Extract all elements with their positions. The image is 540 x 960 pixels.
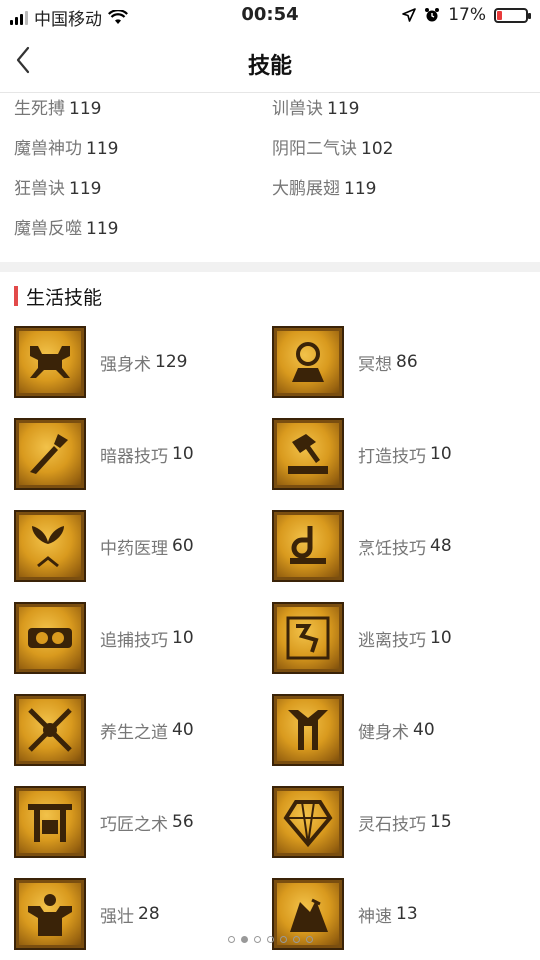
skill-level: 13 xyxy=(396,904,418,924)
status-right: 17% xyxy=(402,5,531,25)
life-skills-header: 生活技能 xyxy=(14,285,103,309)
skill-name: 中药医理 xyxy=(100,538,168,559)
skill-name: 魔兽神功 xyxy=(14,139,82,159)
skill-level: 56 xyxy=(172,812,194,832)
skill-level: 102 xyxy=(361,139,394,159)
cooking-icon xyxy=(272,510,344,582)
health-icon xyxy=(14,694,86,766)
life-skill-item[interactable]: 冥想 86 xyxy=(272,326,418,398)
skill-name: 大鹏展翅 xyxy=(272,179,340,199)
skill-name: 冥想 xyxy=(358,354,392,375)
skill-name: 养生之道 xyxy=(100,722,168,743)
skill-name: 巧匠之术 xyxy=(100,814,168,835)
skill-name: 逃离技巧 xyxy=(358,630,426,651)
page-dot[interactable] xyxy=(279,936,287,943)
skill-name: 强壮 xyxy=(100,906,134,927)
meditation-icon xyxy=(272,326,344,398)
life-skill-item[interactable]: 健身术 40 xyxy=(272,694,435,766)
skill-level: 86 xyxy=(396,352,418,372)
section-divider xyxy=(0,262,540,272)
skill-name: 阴阳二气诀 xyxy=(272,139,357,159)
skill-level: 15 xyxy=(430,812,452,832)
section-title: 生活技能 xyxy=(26,286,103,309)
combat-skill-item: 生死搏 119 xyxy=(14,94,101,119)
skill-level: 40 xyxy=(172,720,194,740)
page-dot[interactable] xyxy=(305,936,313,943)
life-skill-item[interactable]: 烹饪技巧 48 xyxy=(272,510,452,582)
life-skill-item[interactable]: 强身术 129 xyxy=(14,326,187,398)
skill-level: 10 xyxy=(430,444,452,464)
status-bar: 中国移动 00:54 17% xyxy=(0,0,540,30)
combat-skill-item: 魔兽神功 119 xyxy=(14,134,118,159)
page-dot[interactable] xyxy=(227,936,235,943)
skill-level: 129 xyxy=(155,352,188,372)
life-skill-item[interactable]: 追捕技巧 10 xyxy=(14,602,194,674)
combat-skill-item: 阴阳二气诀 102 xyxy=(272,134,393,159)
skill-name: 追捕技巧 xyxy=(100,630,168,651)
combat-skill-item: 训兽诀 119 xyxy=(272,94,359,119)
escape-icon xyxy=(272,602,344,674)
skill-level: 10 xyxy=(430,628,452,648)
fitness-icon xyxy=(272,694,344,766)
page-title: 技能 xyxy=(247,54,292,79)
location-arrow-icon xyxy=(402,8,417,22)
dart-icon xyxy=(14,418,86,490)
life-skill-item[interactable]: 打造技巧 10 xyxy=(272,418,452,490)
craftsman-icon xyxy=(14,786,86,858)
life-skill-item[interactable]: 逃离技巧 10 xyxy=(272,602,452,674)
page-dot[interactable] xyxy=(253,936,261,943)
skill-level: 10 xyxy=(172,628,194,648)
combat-skill-item: 狂兽诀 119 xyxy=(14,174,101,199)
skill-name: 魔兽反噬 xyxy=(14,219,82,239)
skill-name: 强身术 xyxy=(100,354,151,375)
life-skill-item[interactable]: 中药医理 60 xyxy=(14,510,194,582)
combat-skill-item: 大鹏展翅 119 xyxy=(272,174,376,199)
battery-percent: 17% xyxy=(448,5,486,25)
page-dot[interactable] xyxy=(292,936,300,943)
skill-name: 生死搏 xyxy=(14,99,65,119)
spirit-stone-icon xyxy=(272,786,344,858)
combat-skill-list: 生死搏 119 训兽诀 119 魔兽神功 119 阴阳二气诀 102 狂兽诀 119 大鹏… xyxy=(0,92,540,262)
life-skill-item[interactable]: 巧匠之术 56 xyxy=(14,786,194,858)
page-dot-active[interactable] xyxy=(240,936,248,943)
pursuit-icon xyxy=(14,602,86,674)
skill-name: 灵石技巧 xyxy=(358,814,426,835)
hammer-icon xyxy=(272,418,344,490)
skill-level: 48 xyxy=(430,536,452,556)
nav-bar: 技能 xyxy=(0,30,540,93)
skill-level: 119 xyxy=(86,219,119,239)
skill-level: 60 xyxy=(172,536,194,556)
skill-level: 119 xyxy=(344,179,377,199)
skill-level: 119 xyxy=(69,99,102,119)
section-accent-bar xyxy=(14,286,18,306)
skill-level: 119 xyxy=(69,179,102,199)
skill-name: 神速 xyxy=(358,906,392,927)
skill-level: 28 xyxy=(138,904,160,924)
skill-name: 打造技巧 xyxy=(358,446,426,467)
skill-name: 健身术 xyxy=(358,722,409,743)
herb-icon xyxy=(14,510,86,582)
skill-name: 狂兽诀 xyxy=(14,179,65,199)
skill-name: 暗器技巧 xyxy=(100,446,168,467)
battery-icon xyxy=(494,7,531,23)
alarm-icon xyxy=(425,8,440,22)
strength-icon xyxy=(14,326,86,398)
page-dot[interactable] xyxy=(266,936,274,943)
life-skill-item[interactable]: 灵石技巧 15 xyxy=(272,786,452,858)
life-skill-item[interactable]: 养生之道 40 xyxy=(14,694,194,766)
skill-level: 10 xyxy=(172,444,194,464)
life-skill-item[interactable]: 暗器技巧 10 xyxy=(14,418,194,490)
skill-name: 烹饪技巧 xyxy=(358,538,426,559)
skill-level: 119 xyxy=(327,99,360,119)
skill-level: 40 xyxy=(413,720,435,740)
page-indicator xyxy=(0,936,540,943)
skill-name: 训兽诀 xyxy=(272,99,323,119)
skill-level: 119 xyxy=(86,139,119,159)
combat-skill-item: 魔兽反噬 119 xyxy=(14,214,118,239)
